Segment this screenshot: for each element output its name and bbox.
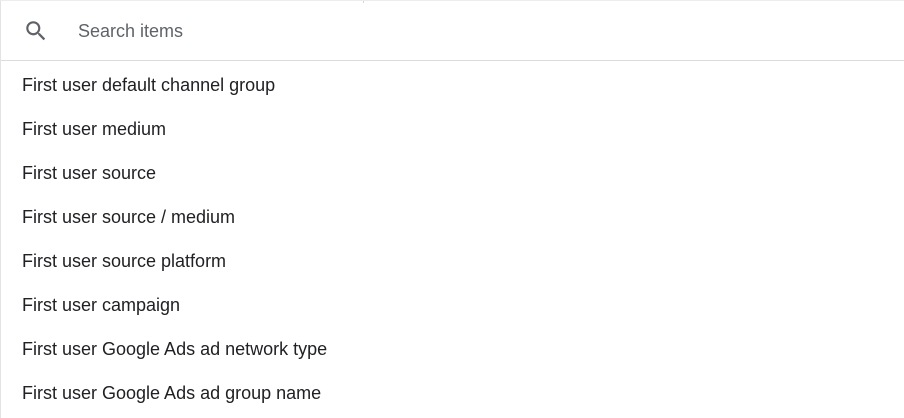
list-item[interactable]: First user Google Ads ad network type <box>1 327 904 371</box>
list-item[interactable]: First user source <box>1 151 904 195</box>
search-bar <box>1 1 904 61</box>
list-item[interactable]: First user Google Ads ad group name <box>1 371 904 415</box>
item-list: First user default channel group First u… <box>1 61 904 415</box>
list-item[interactable]: First user source platform <box>1 239 904 283</box>
search-input[interactable] <box>78 15 678 47</box>
dimension-picker-dropdown: First user default channel group First u… <box>0 0 904 418</box>
search-icon[interactable] <box>23 18 49 44</box>
list-item[interactable]: First user source / medium <box>1 195 904 239</box>
list-item[interactable]: First user medium <box>1 107 904 151</box>
list-item[interactable]: First user default channel group <box>1 61 904 107</box>
list-item[interactable]: First user campaign <box>1 283 904 327</box>
